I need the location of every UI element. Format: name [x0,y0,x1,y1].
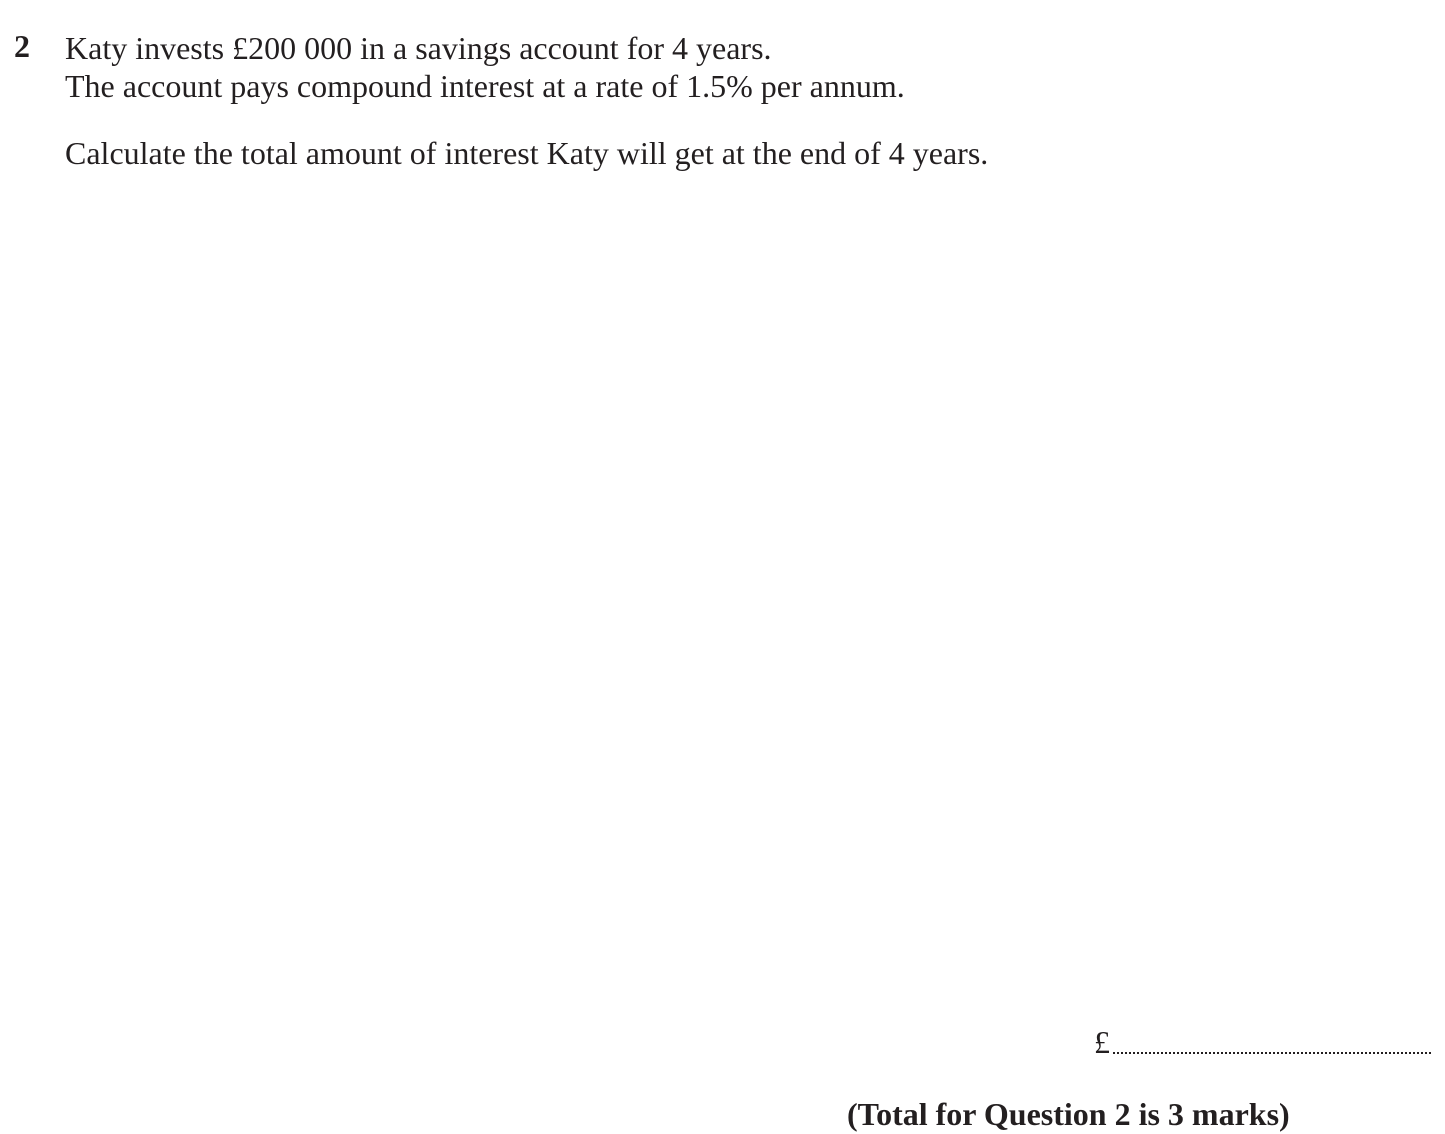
answer-area: £ [1094,1022,1434,1062]
currency-symbol: £ [1094,1024,1110,1060]
question-instruction: Calculate the total amount of interest K… [65,135,989,171]
question-number: 2 [14,28,30,64]
question-text-line-1: Katy invests £200 000 in a savings accou… [65,30,772,66]
total-marks: (Total for Question 2 is 3 marks) [847,1096,1290,1132]
answer-line[interactable] [1113,1052,1431,1054]
question-text-line-2: The account pays compound interest at a … [65,68,905,104]
